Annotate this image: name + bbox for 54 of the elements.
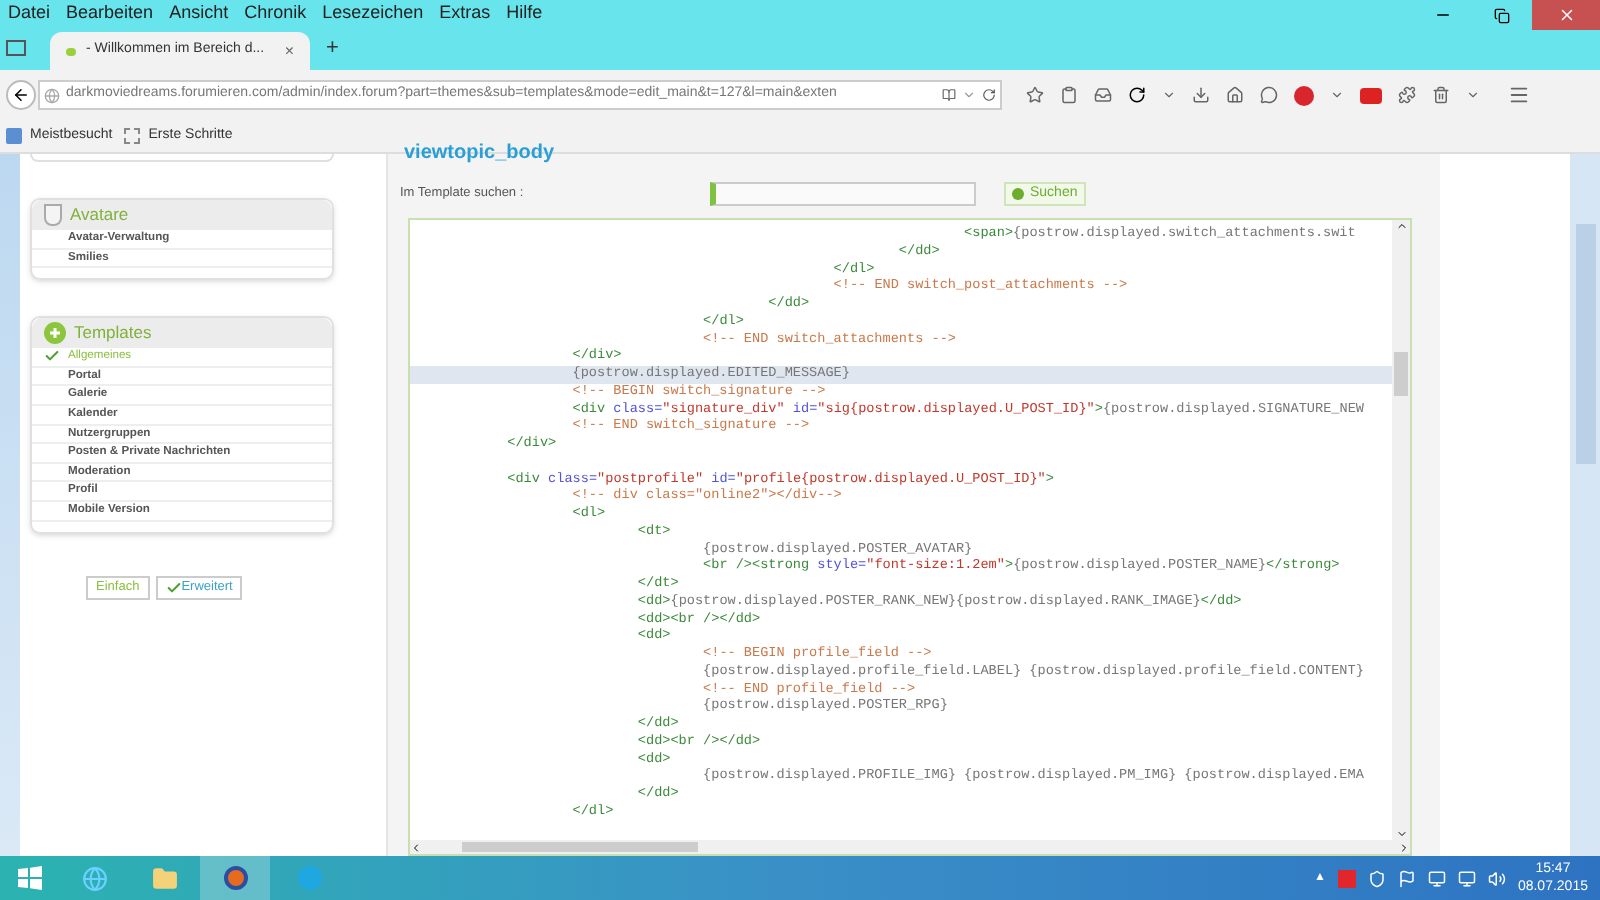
globe-icon [44, 87, 60, 103]
code-editor[interactable] [408, 218, 1412, 856]
caret-icon[interactable] [1466, 88, 1480, 102]
home-icon[interactable] [1226, 86, 1244, 104]
scroll-down-icon[interactable] [1395, 828, 1407, 840]
template-title: viewtopic_body [404, 144, 557, 164]
dropdown-caret-icon[interactable] [962, 88, 976, 102]
menu-item[interactable]: Lesezeichen [322, 4, 424, 22]
bookmark-person-icon [6, 128, 22, 144]
back-button[interactable] [6, 80, 36, 110]
download-icon[interactable] [1192, 86, 1210, 104]
panel-title: Avatare [70, 202, 129, 228]
horizontal-scrollbar[interactable] [410, 840, 1410, 854]
tab-close[interactable]: × [284, 39, 294, 63]
star-icon[interactable] [1026, 86, 1044, 104]
check-icon [44, 348, 60, 365]
shield-icon[interactable] [1367, 869, 1386, 887]
check-icon [165, 579, 182, 596]
scroll-thumb[interactable] [1575, 224, 1595, 464]
scroll-up-icon[interactable] [1395, 220, 1407, 232]
caret-icon[interactable] [1162, 88, 1176, 102]
new-tab-button[interactable]: + [326, 31, 339, 65]
puzzle-icon[interactable] [1398, 86, 1416, 104]
refresh-cursor-icon[interactable] [1128, 86, 1146, 104]
clipboard-icon[interactable] [1060, 86, 1078, 104]
menu-item[interactable]: Chronik [244, 4, 307, 22]
menu-item[interactable]: Datei [8, 4, 51, 22]
vertical-scrollbar[interactable] [1392, 220, 1410, 840]
pocket-icon[interactable] [1094, 86, 1112, 104]
trash-icon[interactable] [1432, 86, 1450, 104]
speech-bubble-icon [66, 47, 76, 55]
reader-icon[interactable] [942, 88, 956, 102]
menu-item[interactable]: Bearbeiten [66, 4, 154, 22]
search-field[interactable] [710, 182, 976, 206]
display-icon[interactable] [1457, 869, 1476, 887]
scroll-thumb[interactable] [462, 842, 698, 852]
menu-item[interactable]: Ansicht [169, 4, 229, 22]
tab-list-icon[interactable] [6, 40, 26, 56]
caret-icon[interactable] [1330, 88, 1344, 102]
bookmark-folder-icon [124, 128, 141, 144]
menu-item[interactable]: Hilfe [506, 4, 543, 22]
plus-circle-icon [44, 322, 66, 345]
scroll-thumb[interactable] [1394, 352, 1408, 396]
reload-icon[interactable] [982, 88, 996, 102]
scroll-left-icon[interactable] [410, 841, 422, 853]
chat-icon[interactable] [1260, 86, 1278, 104]
menu-item[interactable]: Extras [439, 4, 491, 22]
scroll-right-icon[interactable] [1398, 841, 1410, 853]
back-arrow-icon [12, 86, 30, 104]
page-scrollbar[interactable] [1570, 154, 1600, 856]
menu-icon[interactable] [1508, 84, 1530, 106]
flag-icon[interactable] [1397, 869, 1416, 887]
panel-title: Templates [74, 320, 152, 347]
speaker-icon[interactable] [1487, 869, 1506, 887]
